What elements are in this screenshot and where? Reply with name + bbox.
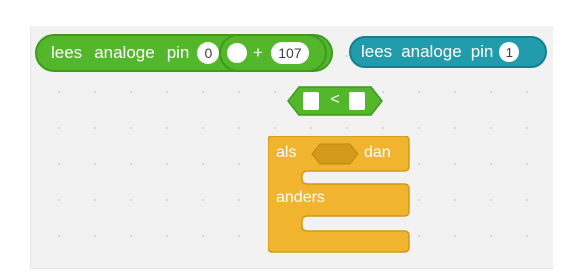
if-label: als <box>276 144 297 161</box>
block-word-read: lees <box>361 42 393 61</box>
pin-number-input[interactable]: 0 <box>197 42 220 64</box>
number-input[interactable]: 107 <box>270 42 309 64</box>
block-workspace[interactable]: lees analoge pin 0 + 107 lees analoge pi… <box>30 26 553 269</box>
block-word-pin: pin <box>166 43 190 62</box>
pin-number-input[interactable]: 1 <box>499 42 520 62</box>
block-word-analog: analoge <box>94 43 155 62</box>
block-word-read: lees <box>51 43 83 62</box>
plus-operator-label: + <box>253 43 263 62</box>
if-else-block[interactable]: als dan anders <box>268 136 418 266</box>
then-label: dan <box>364 144 391 161</box>
pin-socket <box>227 43 247 63</box>
condition-slot[interactable] <box>312 144 358 164</box>
read-analog-pin-block-2[interactable]: lees analoge pin 1 <box>349 36 547 68</box>
addition-operator-block[interactable]: + 107 <box>219 34 327 72</box>
else-label: anders <box>276 189 325 206</box>
less-than-operator: < <box>330 91 340 108</box>
block-word-analog: analoge <box>401 42 462 61</box>
block-word-pin: pin <box>470 42 494 61</box>
left-operand-slot[interactable] <box>303 92 319 110</box>
right-operand-slot[interactable] <box>349 92 365 110</box>
